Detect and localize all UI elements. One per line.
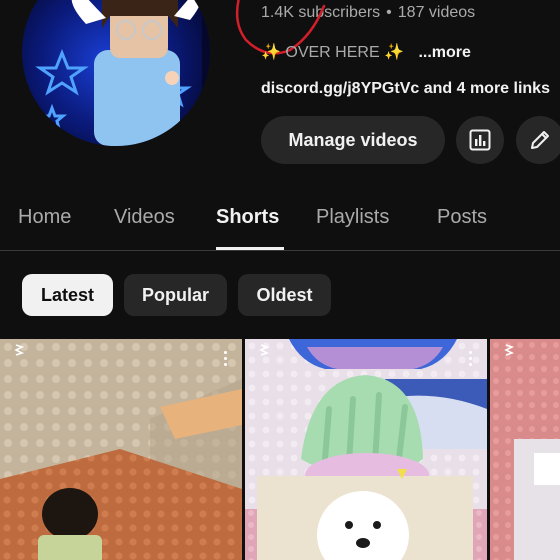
analytics-icon	[469, 129, 491, 151]
tab-home[interactable]: Home	[18, 206, 71, 229]
shorts-icon	[259, 344, 270, 356]
tab-videos[interactable]: Videos	[114, 206, 175, 229]
channel-tabs: Home Videos Shorts Playlists Posts	[0, 196, 560, 250]
analytics-button[interactable]	[456, 116, 504, 164]
separator-dot: •	[386, 4, 392, 21]
tab-playlists[interactable]: Playlists	[316, 206, 389, 229]
shorts-icon	[14, 344, 25, 356]
sparkle-emoji-left: ✨	[261, 44, 281, 61]
edit-channel-button[interactable]	[516, 116, 560, 164]
short-thumbnail-2[interactable]	[245, 339, 487, 560]
channel-links[interactable]: discord.gg/j8YPGtVc and 4 more links	[261, 80, 550, 98]
more-link[interactable]: ...more	[418, 44, 470, 61]
short-2-image	[245, 339, 487, 560]
more-options-icon[interactable]	[465, 351, 475, 369]
short-thumbnail-1[interactable]	[0, 339, 242, 560]
filter-chip-oldest[interactable]: Oldest	[238, 274, 331, 316]
channel-avatar[interactable]	[22, 0, 210, 146]
filter-chip-latest[interactable]: Latest	[22, 274, 113, 316]
short-3-image	[490, 339, 560, 560]
filter-chip-popular[interactable]: Popular	[124, 274, 227, 316]
avatar-artwork	[35, 0, 210, 146]
description-text: OVER HERE	[285, 44, 380, 61]
sparkle-emoji-right: ✨	[384, 44, 404, 61]
channel-stats: 1.4K subscribers • 187 videos	[261, 4, 475, 22]
subscriber-count: 1.4K subscribers	[261, 4, 381, 21]
channel-description[interactable]: ✨ OVER HERE ✨ ...more	[261, 42, 471, 62]
tab-shorts[interactable]: Shorts	[216, 206, 279, 229]
short-1-image	[0, 339, 242, 560]
more-options-icon[interactable]	[220, 351, 230, 369]
shorts-icon	[504, 344, 515, 356]
tab-posts[interactable]: Posts	[437, 206, 487, 229]
manage-videos-button[interactable]: Manage videos	[261, 116, 445, 164]
pencil-icon	[531, 131, 549, 149]
tabs-divider	[0, 250, 560, 251]
video-count: 187 videos	[397, 4, 476, 21]
short-thumbnail-3[interactable]	[490, 339, 560, 560]
